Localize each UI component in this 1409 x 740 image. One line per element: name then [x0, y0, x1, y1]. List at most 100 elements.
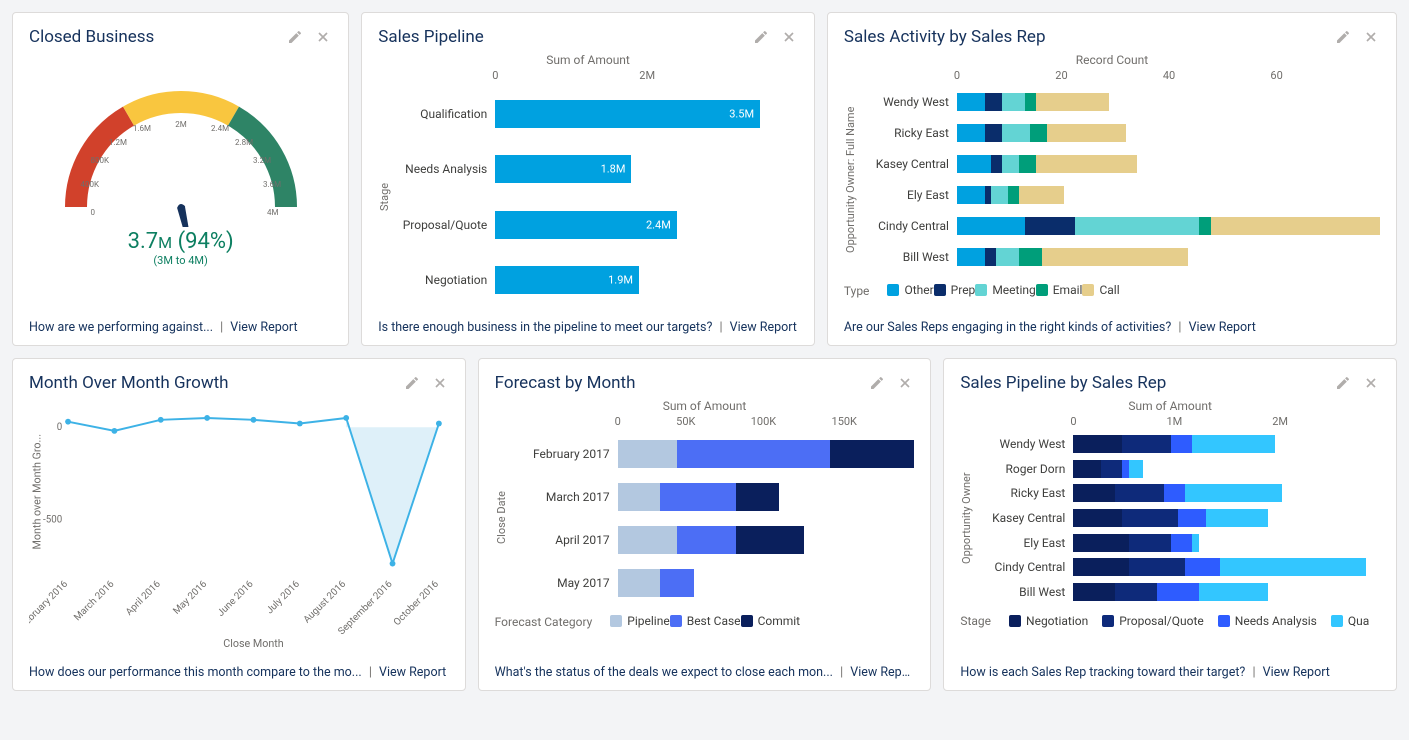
footer-question[interactable]: How does our performance this month comp… [29, 665, 362, 680]
legend-item[interactable]: Qua [1331, 614, 1369, 628]
bar-segment[interactable] [1171, 534, 1192, 552]
legend-item[interactable]: Best Case [670, 614, 741, 628]
close-icon[interactable] [314, 28, 332, 46]
bar-segment[interactable]: 2.4M [495, 211, 677, 239]
bar-segment[interactable] [996, 248, 1019, 266]
bar-segment[interactable] [957, 186, 985, 204]
bar-segment[interactable] [830, 440, 915, 468]
edit-icon[interactable] [403, 374, 421, 392]
close-icon[interactable] [1362, 28, 1380, 46]
view-report-link[interactable]: View Report [230, 320, 297, 335]
bar-segment[interactable] [985, 124, 1002, 142]
bar-segment[interactable] [991, 155, 1002, 173]
bar-segment[interactable] [1220, 558, 1366, 576]
bar-segment[interactable] [1073, 435, 1122, 453]
edit-icon[interactable] [1334, 28, 1352, 46]
bar-segment[interactable] [1019, 186, 1064, 204]
bar-segment[interactable] [1002, 155, 1019, 173]
legend-item[interactable]: Other [887, 283, 933, 297]
bar-segment[interactable] [618, 440, 677, 468]
bar-segment[interactable] [1002, 93, 1025, 111]
legend-item[interactable]: Email [1036, 283, 1083, 297]
bar-segment[interactable] [1122, 509, 1178, 527]
bar-segment[interactable] [1199, 217, 1210, 235]
view-report-link[interactable]: View Report [1263, 665, 1330, 680]
bar-segment[interactable] [1171, 435, 1192, 453]
bar-segment[interactable] [1019, 248, 1042, 266]
bar-segment[interactable] [957, 93, 985, 111]
bar-segment[interactable] [1073, 509, 1122, 527]
bar-segment[interactable] [677, 440, 830, 468]
bar-segment[interactable] [677, 526, 736, 554]
bar-segment[interactable] [1073, 460, 1101, 478]
footer-question[interactable]: Is there enough business in the pipeline… [378, 320, 712, 335]
bar-segment[interactable] [618, 483, 660, 511]
edit-icon[interactable] [1334, 374, 1352, 392]
bar-segment[interactable] [1115, 583, 1157, 601]
bar-segment[interactable] [1192, 534, 1199, 552]
legend-item[interactable]: Proposal/Quote [1102, 614, 1204, 628]
edit-icon[interactable] [752, 28, 770, 46]
bar-segment[interactable] [618, 569, 660, 597]
bar-segment[interactable] [618, 526, 677, 554]
bar-segment[interactable]: 3.5M [495, 100, 760, 128]
bar-segment[interactable] [957, 248, 985, 266]
view-report-link[interactable]: View Report [1189, 320, 1256, 335]
legend-item[interactable]: Prep [934, 283, 976, 297]
bar-segment[interactable] [1129, 558, 1185, 576]
bar-segment[interactable] [1199, 583, 1269, 601]
bar-segment[interactable] [736, 483, 778, 511]
close-icon[interactable] [780, 28, 798, 46]
legend-item[interactable]: Meeting [975, 283, 1035, 297]
bar-segment[interactable] [1206, 509, 1269, 527]
footer-question[interactable]: Are our Sales Reps engaging in the right… [844, 320, 1171, 335]
bar-segment[interactable] [1008, 186, 1019, 204]
bar-segment[interactable] [1101, 460, 1122, 478]
close-icon[interactable] [1362, 374, 1380, 392]
close-icon[interactable] [896, 374, 914, 392]
bar-segment[interactable] [1019, 155, 1036, 173]
bar-segment[interactable] [957, 124, 985, 142]
view-report-link[interactable]: View Report [379, 665, 446, 680]
bar-segment[interactable] [1211, 217, 1380, 235]
view-report-link[interactable]: View Report [730, 320, 797, 335]
bar-segment[interactable] [1075, 217, 1199, 235]
view-report-link[interactable]: View Report [850, 665, 914, 680]
bar-segment[interactable] [1073, 558, 1129, 576]
legend-item[interactable]: Pipeline [610, 614, 669, 628]
bar-segment[interactable]: 1.8M [495, 155, 631, 183]
bar-segment[interactable] [1157, 583, 1199, 601]
bar-segment[interactable] [1192, 435, 1276, 453]
bar-segment[interactable] [660, 483, 736, 511]
bar-segment[interactable] [1036, 155, 1138, 173]
bar-segment[interactable] [957, 217, 1025, 235]
bar-segment[interactable] [1129, 534, 1171, 552]
bar-segment[interactable] [1030, 124, 1047, 142]
bar-segment[interactable] [985, 93, 1002, 111]
close-icon[interactable] [431, 374, 449, 392]
bar-segment[interactable] [1185, 484, 1283, 502]
edit-icon[interactable] [286, 28, 304, 46]
bar-segment[interactable] [985, 248, 996, 266]
legend-item[interactable]: Commit [741, 614, 801, 628]
bar-segment[interactable] [1122, 460, 1129, 478]
legend-item[interactable]: Call [1082, 283, 1119, 297]
legend-item[interactable]: Negotiation [1009, 614, 1088, 628]
bar-segment[interactable] [1129, 460, 1143, 478]
bar-segment[interactable] [660, 569, 694, 597]
bar-segment[interactable] [991, 186, 1008, 204]
bar-segment[interactable] [1036, 93, 1109, 111]
bar-segment[interactable] [1073, 583, 1115, 601]
bar-segment[interactable] [1073, 534, 1129, 552]
bar-segment[interactable]: 1.9M [495, 266, 639, 294]
bar-segment[interactable] [1185, 558, 1220, 576]
bar-segment[interactable] [736, 526, 804, 554]
bar-segment[interactable] [1025, 217, 1076, 235]
bar-segment[interactable] [1115, 484, 1164, 502]
bar-segment[interactable] [1122, 435, 1171, 453]
bar-segment[interactable] [957, 155, 991, 173]
bar-segment[interactable] [1002, 124, 1030, 142]
legend-item[interactable]: Needs Analysis [1218, 614, 1317, 628]
edit-icon[interactable] [868, 374, 886, 392]
footer-question[interactable]: How are we performing against... [29, 320, 213, 335]
